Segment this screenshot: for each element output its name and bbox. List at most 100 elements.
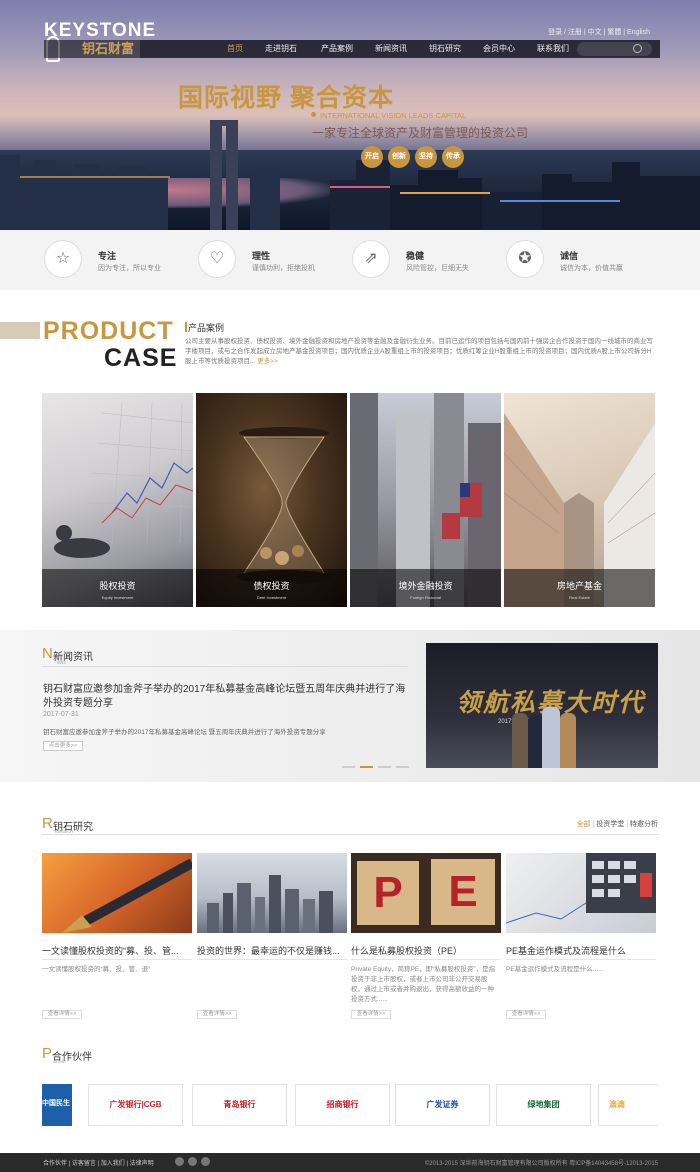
letter-block-e-icon: E [431, 859, 495, 925]
card-subtitle: Foreign Financial [410, 595, 441, 600]
pill-persist: 坚持 [415, 146, 437, 168]
product-desc-text: 公司主要从事股权投资、债权投资、境外金融投资和房地产投资等金融及金融衍生业务。目… [185, 338, 653, 365]
pill-innovate: 创新 [388, 146, 410, 168]
top-links[interactable]: 登录 / 注册 | 中文 | 繁體 | English [548, 27, 650, 37]
wechat-icon[interactable] [188, 1157, 197, 1166]
product-card-foreign[interactable]: 境外金融投资 Foreign Financial [350, 393, 501, 607]
research-detail-button[interactable]: 查看详情>> [197, 1010, 237, 1019]
product-card-realestate[interactable]: 房地产基金 Real Estate [504, 393, 655, 607]
product-card-debt[interactable]: 债权投资 Debt Investment [196, 393, 347, 607]
feature-sub: 风险管控，巨细无失 [406, 265, 469, 272]
research-detail-button[interactable]: 查看详情>> [351, 1010, 391, 1019]
divider [506, 959, 656, 960]
partner-logo-cgb[interactable]: 广发银行|CGB [88, 1084, 183, 1126]
case-title-en: CASE [104, 344, 178, 372]
carousel-dot-active[interactable] [360, 766, 373, 768]
hero-slogan-sub: 一家专注全球资产及财富管理的投资公司 [312, 126, 529, 140]
news-body: 钥石财富应邀参加金斧子举办的2017年私募基金高峰论坛 暨五周年庆典并进行了海外… [43, 729, 326, 736]
partner-logo-minsheng[interactable]: 中国民生 [42, 1084, 72, 1126]
partner-logo-didi[interactable]: 滴滴 [598, 1084, 658, 1126]
divider [42, 834, 658, 835]
research-image-pen[interactable] [42, 853, 192, 933]
carousel-dot[interactable] [378, 766, 391, 768]
news-headline[interactable]: 钥石财富应邀参加金斧子举办的2017年私募基金高峰论坛暨五周年庆典并进行了海外投… [43, 683, 413, 711]
nav-news[interactable]: 新闻资讯 [364, 40, 418, 58]
news-date: 2017-07-31 [43, 711, 79, 718]
feature-title: 诚信 [560, 251, 579, 261]
city-image [207, 875, 333, 933]
letter-block-p-icon: P [357, 861, 419, 925]
qq-icon[interactable] [201, 1157, 210, 1166]
nav-contact[interactable]: 联系我们 [526, 40, 580, 58]
more-link[interactable]: 更多>> [257, 358, 278, 365]
tab-investment-school[interactable]: 投资学堂 [596, 821, 624, 828]
card-subtitle: Equity Investment [101, 595, 134, 600]
divider [42, 959, 192, 960]
research-letter: R [42, 815, 53, 832]
research-detail-button[interactable]: 查看详情>> [506, 1010, 546, 1019]
research-detail-button[interactable]: 查看详情>> [42, 1010, 82, 1019]
pill-open: 开启 [361, 146, 383, 168]
research-desc: 一文读懂股权投资的“募、投、管、退” [42, 966, 151, 973]
partner-logo-cmb[interactable]: 招商银行 [295, 1084, 390, 1126]
card-title: 房地产基金 [556, 581, 602, 591]
nav-products[interactable]: 产品案例 [310, 40, 364, 58]
tab-all[interactable]: 全部 [577, 821, 591, 828]
news-image[interactable]: 领航私募大时代 2017金斧子五周年庆典 [426, 643, 658, 768]
section-accent-bar [0, 322, 40, 339]
slogan-bullet-icon [311, 112, 316, 117]
divider [42, 666, 408, 667]
research-title[interactable]: 一文读懂股权投资的“募、投、管... [42, 944, 192, 957]
weibo-icon[interactable] [175, 1157, 184, 1166]
product-description: 公司主要从事股权投资、债权投资、境外金融投资和房地产投资等金融及金融衍生业务。目… [185, 337, 657, 367]
product-heading: 产品案例 [188, 323, 225, 333]
feature-sub: 因为专注，所以专业 [98, 265, 161, 272]
footer-copyright: ©2013-2015 深圳前海钥石财富管理有限公司版权所有 粤ICP备14043… [424, 1161, 658, 1167]
medal-icon: ✪ [506, 240, 544, 278]
research-desc: PE基金运作模式及流程是什么...... [506, 966, 604, 973]
calculator-image [506, 853, 656, 924]
nav-home[interactable]: 首页 [218, 40, 252, 58]
card-subtitle: Real Estate [569, 595, 590, 600]
nav-research[interactable]: 钥石研究 [418, 40, 472, 58]
carousel-dot[interactable] [342, 766, 355, 768]
partners-section-sub: artner [53, 1059, 67, 1065]
pen-image [62, 858, 192, 933]
card-title: 债权投资 [253, 581, 290, 591]
nav-about[interactable]: 走进钥石 [257, 40, 305, 58]
star-icon: ☆ [44, 240, 82, 278]
feature-title: 稳健 [406, 251, 425, 261]
partner-logo-gf-securities[interactable]: 广发证券 [395, 1084, 490, 1126]
carousel-dot[interactable] [396, 766, 409, 768]
search-icon[interactable] [633, 44, 642, 53]
heading-accent [185, 322, 187, 332]
pill-inherit: 传承 [442, 146, 464, 168]
research-image-city[interactable] [197, 853, 347, 933]
feature-title: 专注 [98, 251, 117, 261]
product-title-en: PRODUCT [43, 317, 174, 345]
hero-slogan-en: INTERNATIONAL VISION LEADS CAPITAL [320, 111, 467, 120]
footer-links[interactable]: 合作伙伴 | 访客留言 | 加入我们 | 法律声明 [43, 1158, 154, 1167]
news-more-button[interactable]: 点击更多>> [43, 741, 83, 751]
research-image-pe[interactable]: P E [351, 853, 501, 933]
feature-sub: 谨慎功利，拒绝投机 [252, 265, 315, 272]
feature-title: 理性 [252, 251, 271, 261]
partner-logo-qingdao-bank[interactable]: 青岛银行 [192, 1084, 287, 1126]
logo-cn[interactable]: 钥石财富 [82, 40, 134, 58]
tab-special-analysis[interactable]: 特邀分析 [630, 821, 658, 828]
research-image-calculator[interactable] [506, 853, 656, 933]
hand-heart-icon: ♡ [198, 240, 236, 278]
research-title[interactable]: 什么是私募股权投资（PE） [351, 944, 501, 957]
logo-text[interactable]: KEYSTONE [44, 20, 156, 42]
divider [351, 959, 501, 960]
partner-logo-greenland[interactable]: 绿地集团 [496, 1084, 591, 1126]
product-card-equity[interactable]: 股权投资 Equity Investment [42, 393, 193, 607]
research-tabs: 全部 | 投资学堂 | 特邀分析 [576, 821, 658, 828]
feature-sub: 诚信为本，价值共赢 [560, 265, 623, 272]
nav-members[interactable]: 会员中心 [472, 40, 526, 58]
research-title[interactable]: PE基金运作模式及流程是什么 [506, 944, 656, 957]
research-title[interactable]: 投资的世界：最幸运的不仅是赚钱... [197, 944, 347, 957]
card-title: 境外金融投资 [398, 581, 453, 591]
card-subtitle: Debt Investment [256, 595, 287, 600]
research-desc: Private Equity，简称PE，即“私募股权投资”，是指投资于非上市股权… [351, 966, 496, 1003]
